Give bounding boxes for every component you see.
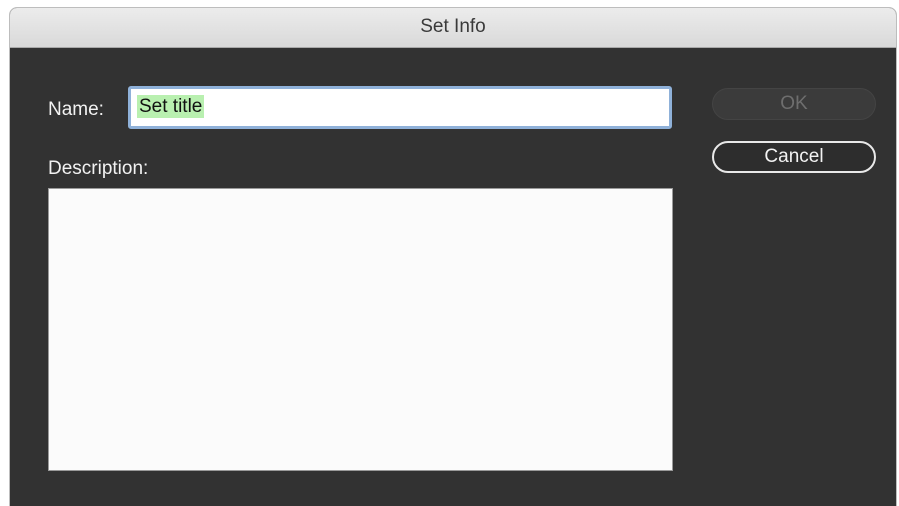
description-label: Description: xyxy=(48,158,149,179)
name-label: Name: xyxy=(48,99,104,120)
dialog-titlebar[interactable]: Set Info xyxy=(10,8,896,48)
name-input-value: Set title xyxy=(137,95,205,118)
set-info-dialog: Set Info Name: Set title Description: OK… xyxy=(10,8,896,506)
ok-button[interactable]: OK xyxy=(712,88,876,120)
dialog-title: Set Info xyxy=(420,16,486,37)
description-textarea[interactable] xyxy=(48,188,673,471)
name-input[interactable]: Set title xyxy=(128,86,672,129)
cancel-button[interactable]: Cancel xyxy=(712,141,876,173)
